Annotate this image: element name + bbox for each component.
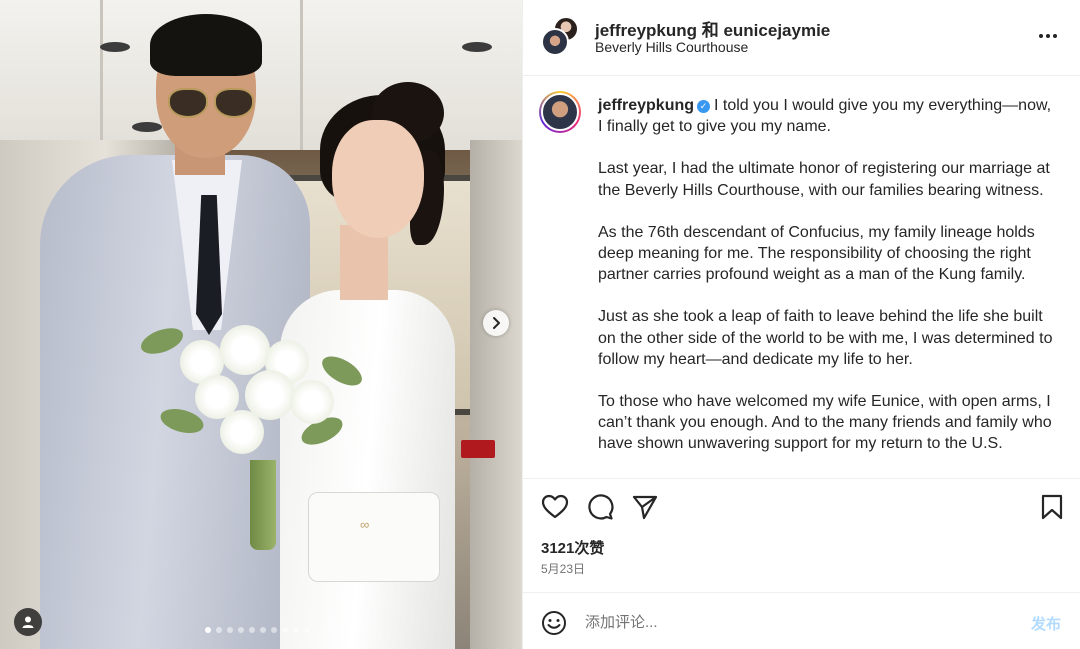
post-actions	[523, 478, 1080, 534]
post-date[interactable]: 5月23日	[541, 560, 585, 577]
post-header: jeffreypkung 和 eunicejaymie Beverly Hill…	[523, 0, 1080, 76]
carousel-dot	[304, 627, 310, 633]
likes-count[interactable]: 3121次赞	[541, 537, 604, 558]
ceiling-light	[100, 42, 130, 52]
ceiling-light	[132, 122, 162, 132]
carousel-dot	[260, 627, 266, 633]
pillar	[470, 140, 522, 649]
caption-paragraph: Last year, I had the ultimate honor of r…	[598, 160, 1050, 199]
avatar-stack[interactable]	[539, 16, 581, 58]
post-caption: jeffreypkung ✓ I told you I would give you…	[598, 95, 1058, 476]
post-comment-button[interactable]: 发布	[1031, 613, 1061, 634]
bookmark-icon[interactable]	[1038, 493, 1066, 521]
verified-badge-icon: ✓	[697, 100, 711, 113]
carousel-dot	[293, 627, 299, 633]
avatar[interactable]	[539, 91, 581, 133]
more-options-button[interactable]	[1038, 26, 1058, 52]
white-handbag	[308, 492, 440, 582]
comment-input[interactable]	[585, 610, 1005, 634]
next-photo-button[interactable]	[483, 310, 509, 336]
caption-paragraph: jeffreypkung ✓ I told you I would give you…	[598, 95, 1058, 137]
carousel-dot	[271, 627, 277, 633]
post-authors[interactable]: jeffreypkung 和 eunicejaymie	[595, 16, 830, 41]
ceiling	[0, 0, 522, 150]
sunglasses-lens	[214, 88, 254, 118]
caption-area: jeffreypkung ✓ I told you I would give you…	[523, 77, 1080, 477]
caption-paragraph: To those who have welcomed my wife Eunic…	[598, 393, 1052, 453]
ceiling-beam	[100, 0, 103, 150]
more-horizontal-icon	[1039, 34, 1057, 38]
emoji-icon[interactable]	[541, 610, 567, 636]
comment-icon[interactable]	[586, 493, 614, 521]
caption-paragraph: As the 76th descendant of Confucius, my …	[598, 223, 1035, 284]
carousel-dot	[216, 627, 222, 633]
sunglasses-lens	[168, 88, 208, 118]
comment-bar: 发布	[523, 592, 1080, 649]
post-photo[interactable]: ∞	[0, 0, 522, 649]
exit-sign	[461, 440, 495, 458]
bride-face	[332, 120, 424, 238]
handbag-logo: ∞	[360, 517, 370, 532]
post-panel: jeffreypkung 和 eunicejaymie Beverly Hill…	[522, 0, 1080, 649]
caption-username[interactable]: jeffreypkung	[598, 97, 694, 114]
tagged-users-button[interactable]	[14, 608, 42, 636]
caption-paragraph: Just as she took a leap of faith to leav…	[598, 308, 1053, 368]
user-tag-icon	[22, 616, 34, 628]
carousel-dot	[238, 627, 244, 633]
groom-hair	[150, 14, 262, 76]
carousel-dot	[249, 627, 255, 633]
bouquet-stems	[250, 460, 276, 550]
bouquet	[137, 320, 367, 470]
carousel-dot	[282, 627, 288, 633]
carousel-indicator	[205, 627, 310, 633]
carousel-dot	[205, 627, 211, 633]
carousel-dot	[227, 627, 233, 633]
post-location[interactable]: Beverly Hills Courthouse	[595, 39, 748, 55]
chevron-right-icon	[493, 317, 500, 329]
avatar[interactable]	[541, 28, 569, 56]
ceiling-light	[462, 42, 492, 52]
heart-icon[interactable]	[541, 493, 569, 521]
share-icon[interactable]	[631, 493, 659, 521]
ceiling-beam	[300, 0, 303, 150]
